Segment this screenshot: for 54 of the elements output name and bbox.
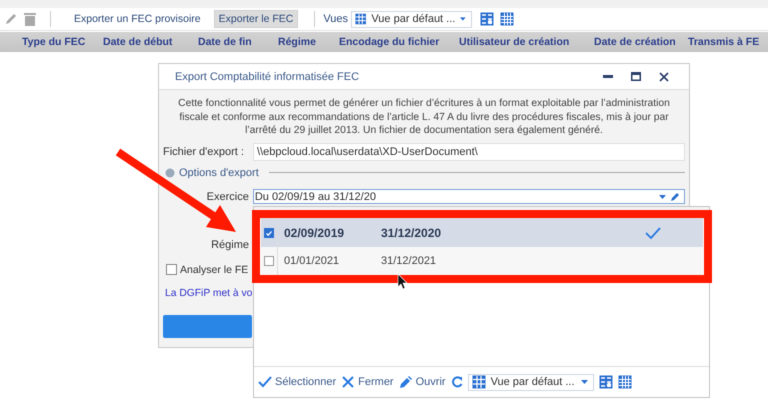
close-icon bbox=[341, 376, 356, 388]
row-checkbox[interactable] bbox=[264, 228, 274, 238]
start-date-cell-text: 01/01/2021 bbox=[283, 255, 340, 267]
column-header[interactable]: Transmis à FE bbox=[688, 36, 768, 48]
view-select[interactable]: Vue par défaut ... bbox=[351, 10, 472, 28]
grid-icon bbox=[355, 12, 366, 26]
footer-button[interactable]: Sélectionner bbox=[258, 376, 336, 388]
description-text: Cette fonctionnalité vous permet de générer un fichier d’écritures à un format exploitable par l’administration fiscale et conforme aux recommandations de l’article L. 47 A du livre des procédures fiscales, mis à jour par l’arrêté du 29 juillet 2013. Un fichier de documentation sera également généré. bbox=[177, 97, 671, 138]
checkbox-label: Analyser le FE bbox=[180, 264, 248, 276]
column-header[interactable]: Régime bbox=[278, 36, 339, 48]
column-header[interactable]: Type du FEC bbox=[22, 36, 103, 48]
section-title: Options d'export bbox=[179, 166, 259, 178]
grid-row[interactable]: 01/01/2021 31/12/2021 bbox=[261, 247, 703, 275]
check-icon bbox=[266, 230, 272, 236]
field-label: Fichier d'export : bbox=[163, 146, 245, 158]
column-header[interactable]: Utilisateur de création bbox=[459, 36, 594, 48]
dialog-title: Export Comptabilité informatisée FEC bbox=[175, 70, 360, 82]
grid-settings-icon[interactable] bbox=[598, 375, 613, 389]
column-header[interactable]: Date de création bbox=[594, 36, 688, 48]
refresh-icon[interactable] bbox=[450, 376, 463, 388]
check-icon bbox=[258, 376, 272, 388]
grid-icon[interactable] bbox=[618, 375, 632, 389]
column-header[interactable]: Encodage du fichier bbox=[339, 36, 459, 48]
maximize-icon[interactable] bbox=[631, 72, 641, 81]
pencil-icon bbox=[398, 376, 413, 388]
checkbox[interactable] bbox=[166, 264, 177, 275]
row-checkbox[interactable] bbox=[264, 256, 274, 266]
dropdown-caret-icon bbox=[460, 17, 466, 21]
column-header[interactable]: Date de début bbox=[103, 36, 198, 48]
field-label: Exercice bbox=[206, 190, 249, 202]
info-link[interactable]: La DGFiP met à vo bbox=[163, 288, 252, 298]
toolbar-button[interactable]: Exporter le FEC bbox=[214, 10, 298, 28]
footer-button[interactable]: Ouvrir bbox=[398, 376, 446, 388]
mouse-cursor-icon bbox=[398, 273, 408, 290]
start-date-cell-text: 02/09/2019 bbox=[283, 226, 346, 240]
grid-icon[interactable] bbox=[500, 12, 514, 26]
close-icon[interactable] bbox=[659, 72, 669, 82]
exercise-dropdown[interactable]: Du 02/09/19 au 31/12/20 bbox=[252, 189, 685, 204]
field-label: Régime bbox=[210, 238, 249, 250]
primary-button[interactable] bbox=[163, 314, 252, 338]
dropdown-caret-icon bbox=[580, 380, 588, 384]
footer-button[interactable]: Fermer bbox=[341, 376, 394, 388]
dropdown-caret-icon bbox=[659, 194, 666, 198]
column-header[interactable]: Date de fin bbox=[198, 36, 278, 48]
grid-row[interactable]: 02/09/2019 31/12/2020 bbox=[261, 219, 703, 247]
toolbar-button[interactable]: Exporter un FEC provisoire bbox=[69, 10, 206, 28]
end-date-cell-text: 31/12/2021 bbox=[380, 255, 436, 267]
end-date-cell-text: 31/12/2020 bbox=[380, 226, 442, 240]
views-label: Vues bbox=[323, 13, 348, 25]
view-select[interactable]: Vue par défaut ... bbox=[468, 374, 594, 390]
pencil-icon[interactable] bbox=[670, 192, 680, 202]
file-path-field[interactable]: \\ebpcloud.local\userdata\XD-UserDocument\ bbox=[253, 142, 685, 160]
grid-settings-icon[interactable] bbox=[480, 12, 494, 26]
grid-icon bbox=[472, 375, 486, 389]
